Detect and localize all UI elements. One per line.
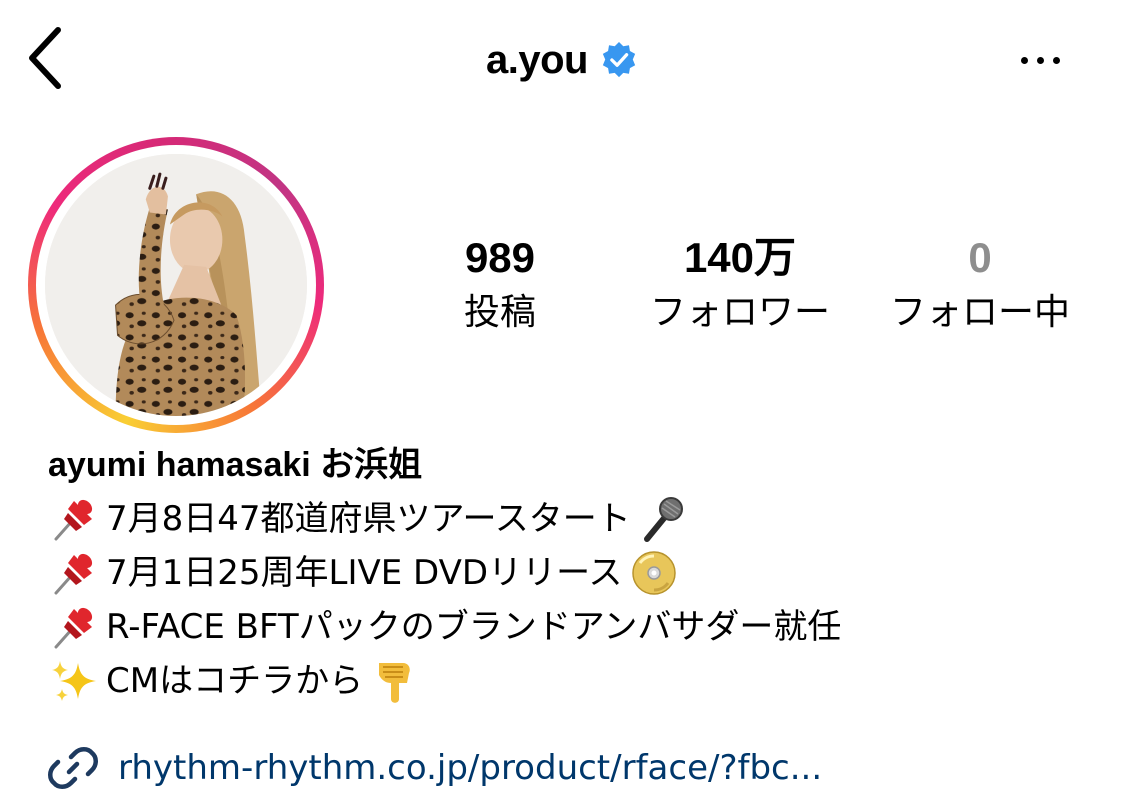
bio-line-text: 7月1日25周年LIVE DVDリリース (106, 553, 623, 593)
pushpin-emoji (54, 607, 93, 649)
link-icon (48, 747, 98, 789)
dvd-emoji (632, 551, 677, 595)
bio-line-text: CMはコチラから (106, 661, 364, 701)
bio-line: 7月1日25周年LIVE DVDリリース (48, 546, 1108, 600)
profile-display-name: ayumi hamasaki お浜姐 (48, 446, 423, 484)
avatar[interactable] (28, 137, 324, 433)
more-horizontal-icon (1020, 56, 1028, 64)
posts-count-value: 989 (464, 234, 536, 281)
bio-line-text: R-FACE BFTパックのブランドアンバサダー就任 (106, 607, 842, 647)
profile-username: a.you (486, 37, 588, 82)
followers-count-label: フォロワー (649, 292, 830, 333)
followers-count-value: 140万 (683, 234, 797, 281)
bio-line: 7月8日47都道府県ツアースタート (48, 492, 1108, 546)
more-options-button[interactable] (1010, 46, 1070, 74)
microphone-emoji (643, 497, 683, 542)
pushpin-emoji (54, 499, 93, 541)
pointing-down-emoji (379, 663, 410, 703)
posts-count[interactable]: 989 投稿 (420, 232, 580, 338)
following-count-value: 0 (968, 234, 992, 281)
bio-link[interactable]: rhythm-rhythm.co.jp/product/rface/?fbc..… (48, 740, 822, 796)
bio-line: CMはコチラから (48, 654, 1108, 708)
posts-count-label: 投稿 (463, 292, 536, 333)
profile-photo (45, 154, 307, 416)
bio-line-text: 7月8日47都道府県ツアースタート (106, 499, 631, 539)
bio-link-text: rhythm-rhythm.co.jp/product/rface/?fbc..… (118, 748, 823, 788)
bio-line: R-FACE BFTパックのブランドアンバサダー就任 (48, 600, 1108, 654)
following-count[interactable]: 0 フォロー中 (880, 232, 1080, 338)
profile-bio: ayumi hamasaki お浜姐 7月8日47都道府県ツアースタート 7月1… (48, 440, 1108, 708)
pushpin-emoji (54, 553, 93, 595)
sparkles-emoji (52, 661, 96, 701)
profile-header: a.you (0, 0, 1124, 120)
following-count-label: フォロー中 (889, 292, 1070, 333)
followers-count[interactable]: 140万 フォロワー (620, 232, 860, 338)
verified-badge-icon (602, 41, 636, 78)
title-bar: a.you (0, 30, 1124, 90)
